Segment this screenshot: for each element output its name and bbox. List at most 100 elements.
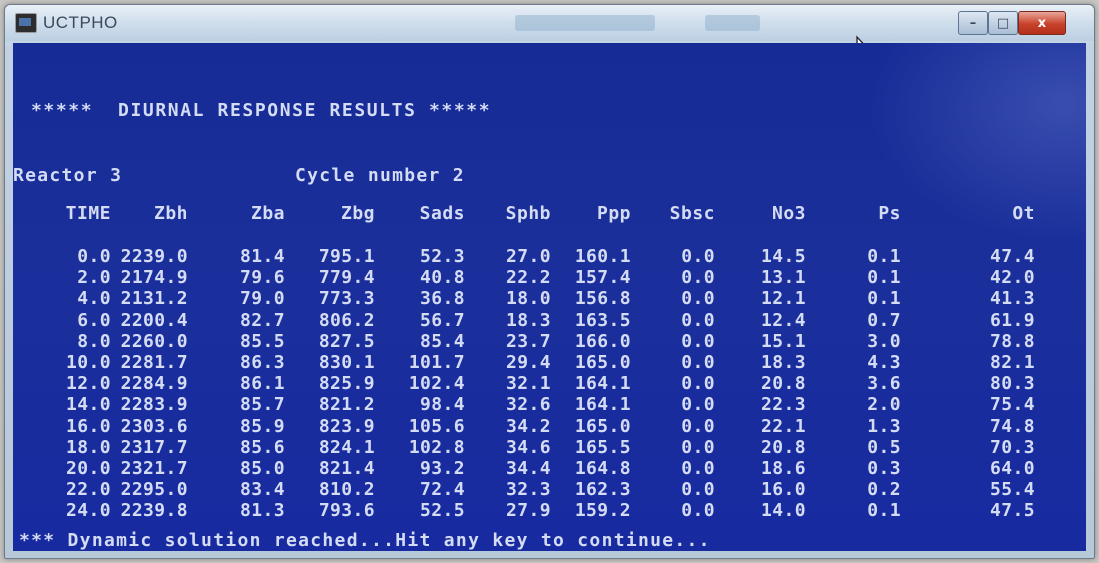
table-cell: 101.7 (408, 352, 465, 373)
table-cell: 0.0 (681, 415, 715, 437)
table-cell: 2.0 (77, 267, 111, 289)
console-output[interactable]: ***** DIURNAL RESPONSE RESULTS ***** Rea… (13, 43, 1086, 551)
table-cell: 18.0 (506, 288, 551, 310)
table-cell: 18.6 (761, 458, 806, 479)
console-window: UCTPHO – □ x ***** DIURNAL RESPONSE RESU… (4, 4, 1095, 559)
table-cell: 4.3 (867, 352, 901, 373)
column-header: Zbg (340, 203, 375, 224)
table-cell: 23.7 (506, 330, 551, 352)
table-cell: 102.8 (408, 436, 465, 458)
results-heading: ***** DIURNAL RESPONSE RESULTS ***** (31, 100, 492, 121)
table-cell: 10.0 (66, 352, 111, 373)
table-cell: 793.6 (318, 500, 375, 522)
table-cell: 0.0 (681, 436, 715, 458)
table-cell: 29.4 (506, 352, 551, 373)
table-cell: 164.1 (574, 394, 631, 416)
table-cell: 22.0 (66, 479, 111, 501)
table-cell: 156.8 (574, 288, 631, 310)
table-cell: 16.0 (66, 415, 111, 437)
table-cell: 82.1 (990, 352, 1035, 373)
table-cell: 55.4 (990, 479, 1035, 501)
table-cell: 27.9 (506, 500, 551, 522)
table-cell: 165.0 (574, 352, 631, 373)
table-cell: 41.3 (990, 288, 1035, 310)
minimize-icon: – (969, 15, 977, 31)
table-cell: 14.5 (761, 246, 806, 267)
table-cell: 2239.0 (120, 246, 188, 267)
table-cell: 0.0 (681, 394, 715, 416)
table-cell: 821.4 (318, 458, 375, 479)
blurred-taskbar-item (705, 15, 760, 31)
reactor-label: Reactor 3 (13, 165, 123, 186)
table-cell: 4.0 (77, 288, 111, 310)
table-cell: 82.7 (240, 309, 285, 331)
title-bar[interactable]: UCTPHO – □ x (5, 5, 1094, 64)
table-cell: 0.2 (867, 479, 901, 501)
table-cell: 72.4 (420, 479, 465, 501)
table-cell: 64.0 (990, 458, 1035, 479)
column-header: Ps (878, 203, 901, 224)
table-cell: 0.0 (681, 288, 715, 310)
minimize-button[interactable]: – (958, 11, 988, 35)
table-cell: 18.3 (506, 309, 551, 331)
table-cell: 830.1 (318, 352, 375, 373)
app-icon[interactable] (15, 13, 37, 33)
table-cell: 1.3 (867, 415, 901, 437)
table-cell: 779.4 (318, 267, 375, 289)
table-cell: 0.0 (681, 352, 715, 373)
table-cell: 0.0 (681, 309, 715, 331)
table-cell: 12.1 (761, 288, 806, 310)
table-cell: 2317.7 (120, 436, 188, 458)
table-cell: 162.3 (574, 479, 631, 501)
table-cell: 81.3 (240, 500, 285, 522)
table-cell: 75.4 (990, 394, 1035, 416)
table-cell: 2.0 (867, 394, 901, 416)
table-cell: 40.8 (420, 267, 465, 289)
table-cell: 85.9 (240, 415, 285, 437)
table-cell: 47.5 (990, 500, 1035, 522)
table-cell: 24.0 (66, 500, 111, 522)
column-header: Zba (250, 203, 285, 224)
table-cell: 22.3 (761, 394, 806, 416)
cycle-label: Cycle number 2 (295, 165, 465, 186)
table-cell: 810.2 (318, 479, 375, 501)
table-cell: 773.3 (318, 288, 375, 310)
window-title: UCTPHO (43, 13, 118, 32)
column-header: Sphb (505, 203, 551, 224)
table-cell: 2321.7 (120, 458, 188, 479)
table-cell: 2295.0 (120, 479, 188, 501)
table-cell: 20.8 (761, 373, 806, 395)
maximize-button[interactable]: □ (988, 11, 1018, 35)
table-cell: 34.2 (506, 415, 551, 437)
table-cell: 0.7 (867, 309, 901, 331)
close-button[interactable]: x (1018, 11, 1066, 35)
table-cell: 806.2 (318, 309, 375, 331)
table-cell: 81.4 (240, 246, 285, 267)
table-cell: 824.1 (318, 436, 375, 458)
table-cell: 0.0 (681, 479, 715, 501)
table-cell: 13.1 (761, 267, 806, 289)
table-cell: 0.1 (867, 500, 901, 522)
table-cell: 165.0 (574, 415, 631, 437)
table-cell: 34.4 (506, 458, 551, 479)
table-cell: 0.0 (681, 373, 715, 395)
table-cell: 12.0 (66, 373, 111, 395)
table-cell: 0.1 (867, 267, 901, 289)
table-cell: 163.5 (574, 309, 631, 331)
table-cell: 2284.9 (120, 373, 188, 395)
table-cell: 2303.6 (120, 415, 188, 437)
table-cell: 102.4 (408, 373, 465, 395)
column-header: TIME (65, 203, 111, 224)
table-cell: 15.1 (761, 330, 806, 352)
table-cell: 2281.7 (120, 352, 188, 373)
table-cell: 3.0 (867, 330, 901, 352)
table-cell: 0.0 (681, 267, 715, 289)
table-cell: 0.0 (681, 330, 715, 352)
table-cell: 85.7 (240, 394, 285, 416)
table-cell: 105.6 (408, 415, 465, 437)
table-cell: 0.0 (681, 500, 715, 522)
table-cell: 2200.4 (120, 309, 188, 331)
table-cell: 70.3 (990, 436, 1035, 458)
maximize-icon: □ (996, 15, 1010, 31)
status-message: *** Dynamic solution reached...Hit any k… (19, 530, 711, 551)
